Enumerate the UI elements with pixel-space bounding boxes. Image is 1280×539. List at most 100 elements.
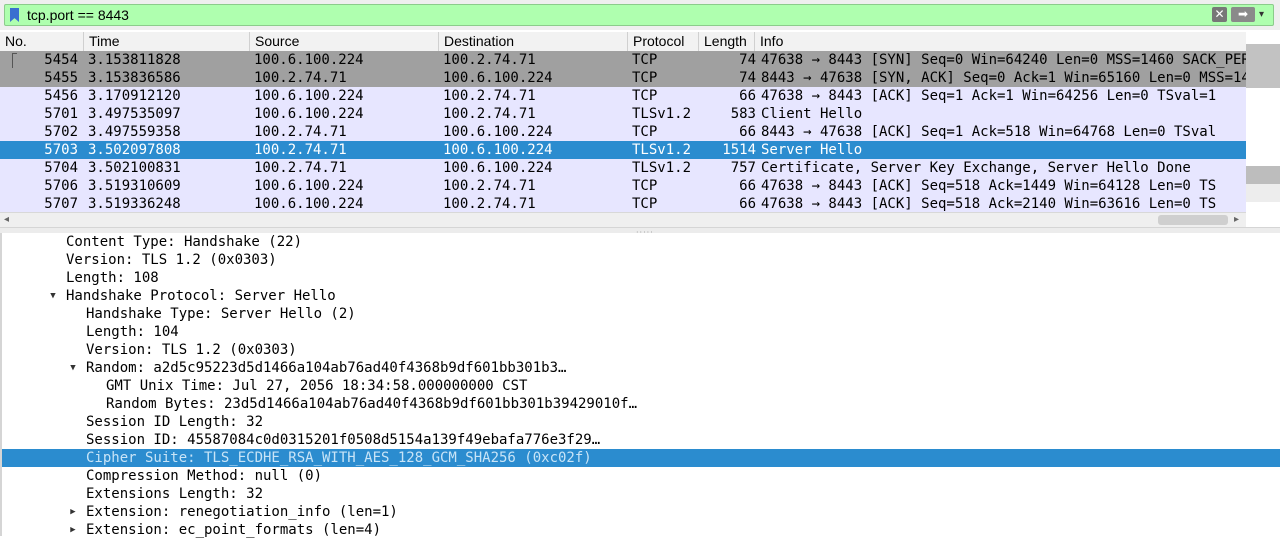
packet-cell-len: 66 xyxy=(739,124,756,140)
packet-cell-proto: TCP xyxy=(632,70,658,86)
detail-tree-label: Content Type: Handshake (22) xyxy=(66,234,303,250)
collapse-arrow-icon[interactable]: ▼ xyxy=(68,359,78,377)
detail-tree-item[interactable]: Session ID: 45587084c0d0315201f0508d5154… xyxy=(2,431,1280,449)
packet-row[interactable]: 5706 3.519310609 100.6.100.224 100.2.74.71 T… xyxy=(0,177,1246,195)
packet-cell-info: Server Hello xyxy=(761,142,863,158)
packet-row[interactable]: 5707 3.519336248 100.6.100.224 100.2.74.71 T… xyxy=(0,195,1246,213)
packet-cell-proto: TLSv1.2 xyxy=(632,142,692,158)
packet-cell-time: 3.519336248 xyxy=(88,196,181,212)
packet-row[interactable]: 5456 3.170912120 100.6.100.224 100.2.74.71 T… xyxy=(0,87,1246,105)
packet-cell-src: 100.6.100.224 xyxy=(254,196,364,212)
detail-tree-label: Length: 108 xyxy=(66,270,159,286)
column-header-protocol[interactable]: Protocol xyxy=(628,32,699,51)
detail-tree-item[interactable]: Extensions Length: 32 xyxy=(2,485,1280,503)
packet-row[interactable]: 5704 3.502100831 100.2.74.71 100.6.100.224 T… xyxy=(0,159,1246,177)
packet-row[interactable]: 5703 3.502097808 100.2.74.71 100.6.100.224 T… xyxy=(0,141,1246,159)
detail-tree-item[interactable]: Content Type: Handshake (22) xyxy=(2,233,1280,251)
bookmark-icon[interactable] xyxy=(10,8,19,22)
packet-cell-len: 66 xyxy=(739,196,756,212)
packet-cell-dst: 100.6.100.224 xyxy=(443,124,553,140)
column-header-length[interactable]: Length xyxy=(699,32,755,51)
packet-row[interactable]: 5454 3.153811828 100.6.100.224 100.2.74.71 T… xyxy=(0,51,1246,69)
scrollbar-marker xyxy=(1246,166,1280,184)
detail-tree-label: Version: TLS 1.2 (0x0303) xyxy=(66,252,277,268)
packet-cell-proto: TLSv1.2 xyxy=(632,106,692,122)
packet-list-horizontal-scrollbar[interactable]: ◂ ▸ xyxy=(0,212,1246,227)
column-header-destination[interactable]: Destination xyxy=(439,32,628,51)
filter-history-dropdown-icon[interactable]: ▾ xyxy=(1259,8,1271,22)
packet-cell-proto: TCP xyxy=(632,124,658,140)
scrollbar-thumb[interactable] xyxy=(1158,215,1228,225)
scroll-left-icon[interactable]: ◂ xyxy=(4,214,9,225)
packet-cell-len: 74 xyxy=(739,70,756,86)
detail-tree-item[interactable]: Random Bytes: 23d5d1466a104ab76ad40f4368… xyxy=(2,395,1280,413)
column-header-source[interactable]: Source xyxy=(250,32,439,51)
detail-tree-label: Handshake Type: Server Hello (2) xyxy=(86,306,356,322)
expand-arrow-icon[interactable]: ▶ xyxy=(68,503,78,521)
detail-tree-item[interactable]: Version: TLS 1.2 (0x0303) xyxy=(2,341,1280,359)
packet-cell-src: 100.2.74.71 xyxy=(254,160,347,176)
display-filter-input[interactable]: tcp.port == 8443 ✕ ➡ ▾ xyxy=(4,4,1274,26)
packet-list-vertical-scrollbar[interactable] xyxy=(1246,32,1280,218)
detail-tree-item[interactable]: ▼ Random: a2d5c95223d5d1466a104ab76ad40f4… xyxy=(2,359,1280,377)
packet-cell-src: 100.2.74.71 xyxy=(254,124,347,140)
packet-cell-dst: 100.2.74.71 xyxy=(443,88,536,104)
detail-tree-label: Compression Method: null (0) xyxy=(86,468,323,484)
detail-tree-label: Version: TLS 1.2 (0x0303) xyxy=(86,342,297,358)
packet-cell-no: 5455 xyxy=(44,70,78,86)
packet-row[interactable]: 5702 3.497559358 100.2.74.71 100.6.100.224 T… xyxy=(0,123,1246,141)
apply-filter-icon[interactable]: ➡ xyxy=(1231,7,1255,22)
packet-row[interactable]: 5701 3.497535097 100.6.100.224 100.2.74.71 T… xyxy=(0,105,1246,123)
packet-cell-len: 74 xyxy=(739,52,756,68)
packet-cell-len: 583 xyxy=(730,106,756,122)
packet-cell-src: 100.6.100.224 xyxy=(254,106,364,122)
detail-tree-item[interactable]: Session ID Length: 32 xyxy=(2,413,1280,431)
detail-tree-item[interactable]: Version: TLS 1.2 (0x0303) xyxy=(2,251,1280,269)
column-header-time[interactable]: Time xyxy=(84,32,250,51)
detail-tree-label: Extension: renegotiation_info (len=1) xyxy=(86,504,398,520)
packet-list-header: No. Time Source Destination Protocol Len… xyxy=(0,32,1246,52)
display-filter-toolbar: tcp.port == 8443 ✕ ➡ ▾ xyxy=(0,0,1280,30)
scrollbar-marker xyxy=(1246,184,1280,202)
packet-cell-len: 1514 xyxy=(722,142,756,158)
scroll-right-icon[interactable]: ▸ xyxy=(1234,214,1239,225)
packet-cell-info: 47638 → 8443 [ACK] Seq=1 Ack=1 Win=64256… xyxy=(761,88,1217,104)
detail-tree-item[interactable]: ▶ Extension: ec_point_formats (len=4) xyxy=(2,521,1280,539)
packet-cell-time: 3.497559358 xyxy=(88,124,181,140)
clear-filter-icon[interactable]: ✕ xyxy=(1212,7,1227,22)
packet-cell-len: 757 xyxy=(730,160,756,176)
filter-text[interactable]: tcp.port == 8443 xyxy=(27,7,129,23)
packet-details-tree: Content Type: Handshake (22) Version: TLS… xyxy=(0,233,1280,539)
packet-cell-dst: 100.2.74.71 xyxy=(443,178,536,194)
packet-row[interactable]: 5455 3.153836586 100.2.74.71 100.6.100.224 T… xyxy=(0,69,1246,87)
column-header-info[interactable]: Info xyxy=(755,32,1246,51)
packet-cell-src: 100.6.100.224 xyxy=(254,52,364,68)
scrollbar-thumb[interactable] xyxy=(1246,44,1280,88)
packet-cell-proto: TCP xyxy=(632,196,658,212)
column-header-no[interactable]: No. xyxy=(0,32,84,51)
detail-tree-item[interactable]: Handshake Type: Server Hello (2) xyxy=(2,305,1280,323)
detail-tree-label: Extensions Length: 32 xyxy=(86,486,264,502)
expand-arrow-icon[interactable]: ▶ xyxy=(68,521,78,539)
detail-tree-label: Random Bytes: 23d5d1466a104ab76ad40f4368… xyxy=(106,396,638,412)
packet-cell-no: 5707 xyxy=(44,196,78,212)
collapse-arrow-icon[interactable]: ▼ xyxy=(48,287,58,305)
packet-rows: 5454 3.153811828 100.6.100.224 100.2.74.71 T… xyxy=(0,51,1246,213)
detail-tree-label: Extension: ec_point_formats (len=4) xyxy=(86,522,382,538)
detail-tree-label: GMT Unix Time: Jul 27, 2056 18:34:58.000… xyxy=(106,378,528,394)
packet-cell-len: 66 xyxy=(739,178,756,194)
detail-tree-item[interactable]: ▼ Handshake Protocol: Server Hello xyxy=(2,287,1280,305)
packet-cell-time: 3.153836586 xyxy=(88,70,181,86)
packet-cell-dst: 100.2.74.71 xyxy=(443,52,536,68)
packet-cell-info: 47638 → 8443 [SYN] Seq=0 Win=64240 Len=0… xyxy=(761,52,1246,68)
detail-tree-item[interactable]: Cipher Suite: TLS_ECDHE_RSA_WITH_AES_128… xyxy=(2,449,1280,467)
detail-tree-item[interactable]: Compression Method: null (0) xyxy=(2,467,1280,485)
packet-cell-no: 5706 xyxy=(44,178,78,194)
detail-tree-item[interactable]: Length: 104 xyxy=(2,323,1280,341)
detail-tree-item[interactable]: ▶ Extension: renegotiation_info (len=1) xyxy=(2,503,1280,521)
packet-cell-time: 3.519310609 xyxy=(88,178,181,194)
detail-tree-item[interactable]: GMT Unix Time: Jul 27, 2056 18:34:58.000… xyxy=(2,377,1280,395)
packet-cell-src: 100.2.74.71 xyxy=(254,142,347,158)
detail-tree-item[interactable]: Length: 108 xyxy=(2,269,1280,287)
detail-tree-label: Cipher Suite: TLS_ECDHE_RSA_WITH_AES_128… xyxy=(86,450,592,466)
